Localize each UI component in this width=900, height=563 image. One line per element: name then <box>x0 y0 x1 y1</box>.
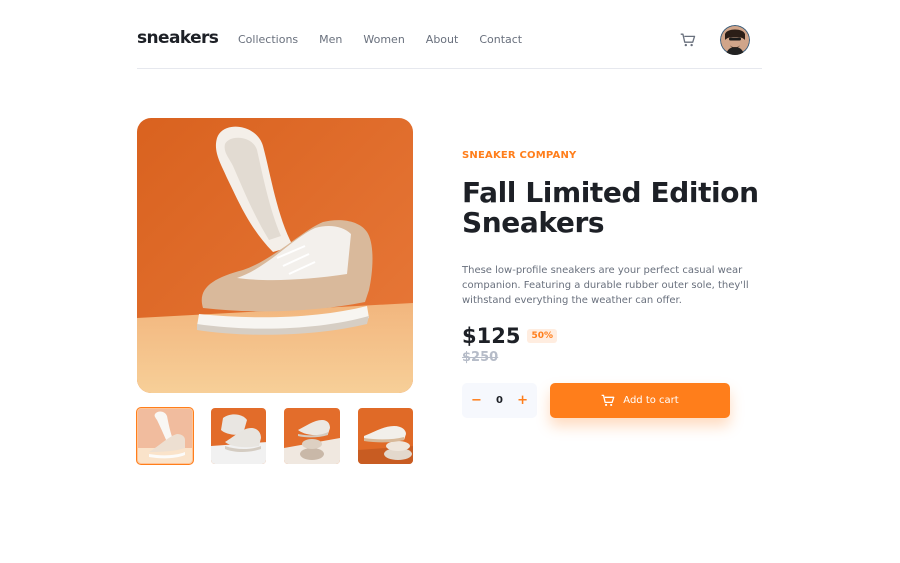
product-description: These low-profile sneakers are your perf… <box>462 265 749 306</box>
product-info: SNEAKER COMPANY Fall Limited Edition Sne… <box>462 150 762 418</box>
logo[interactable]: sneakers <box>137 28 219 48</box>
decrement-button[interactable]: − <box>471 393 482 408</box>
thumbnail-1[interactable] <box>136 407 194 465</box>
nav-women[interactable]: Women <box>363 33 404 46</box>
purchase-actions: − 0 + Add to cart <box>462 383 730 418</box>
site-header: sneakers Collections Men Women About Con… <box>137 0 762 69</box>
cart-icon <box>601 394 615 407</box>
main-nav: Collections Men Women About Contact <box>238 33 543 46</box>
thumbnail-list <box>136 407 413 465</box>
increment-button[interactable]: + <box>517 393 528 408</box>
add-to-cart-button[interactable]: Add to cart <box>550 383 730 418</box>
thumbnail-3[interactable] <box>284 408 340 464</box>
product-gallery <box>136 118 413 465</box>
discount-badge: 50% <box>527 329 557 343</box>
company-name: SNEAKER COMPANY <box>462 150 577 161</box>
cart-icon[interactable] <box>680 32 696 48</box>
product-title: Fall Limited Edition Sneakers <box>462 176 759 239</box>
thumbnail-4[interactable] <box>357 408 413 464</box>
nav-men[interactable]: Men <box>319 33 342 46</box>
nav-collections[interactable]: Collections <box>238 33 298 46</box>
quantity-stepper: − 0 + <box>462 383 537 418</box>
quantity-value: 0 <box>496 395 503 406</box>
main-product-image[interactable] <box>137 118 413 393</box>
current-price: $125 <box>462 324 521 348</box>
nav-about[interactable]: About <box>426 33 459 46</box>
user-avatar[interactable] <box>720 25 750 55</box>
price-row: $125 50% <box>462 324 762 348</box>
add-to-cart-label: Add to cart <box>623 395 679 406</box>
nav-contact[interactable]: Contact <box>479 33 522 46</box>
thumbnail-2[interactable] <box>210 408 266 464</box>
original-price: $250 <box>462 350 499 365</box>
